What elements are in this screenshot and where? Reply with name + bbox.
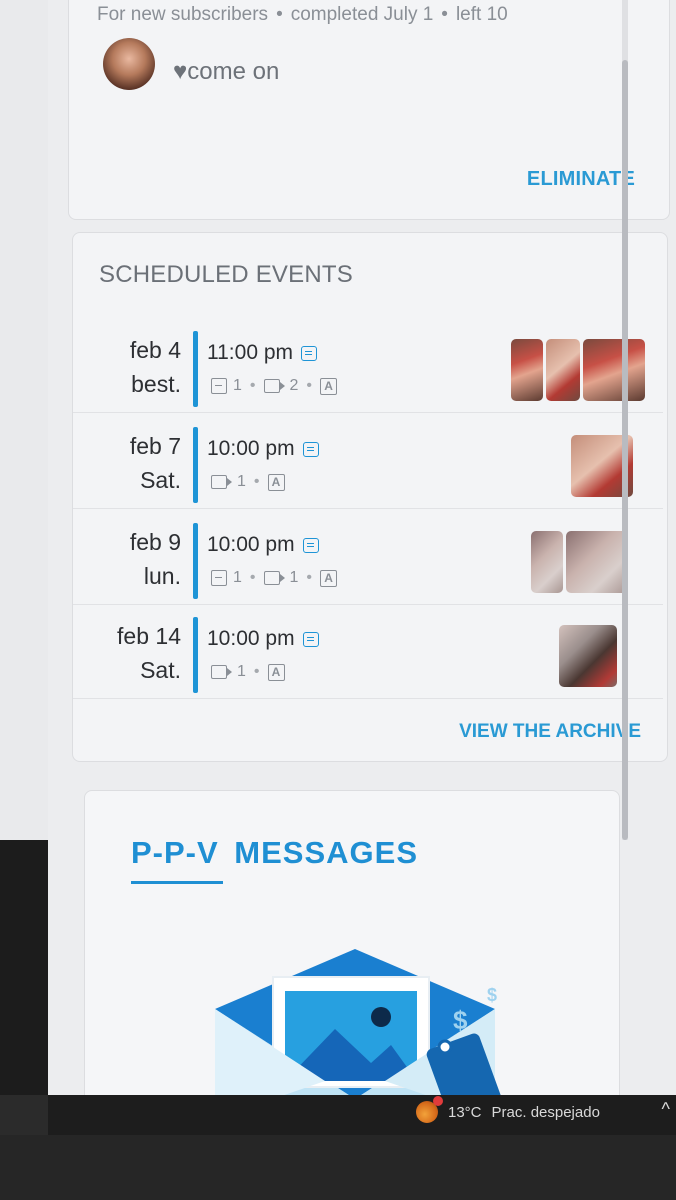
photo-icon	[211, 570, 227, 586]
event-row[interactable]: feb 9 lun. 10:00 pm 1 • 1 • A	[73, 517, 663, 605]
photo-count: 1	[233, 569, 242, 586]
note-icon[interactable]	[301, 345, 317, 361]
weather-widget[interactable]: 13°C Prac. despejado	[416, 1096, 600, 1123]
event-stats: 1 • 1 • A	[211, 569, 338, 587]
auto-icon: A	[320, 377, 338, 395]
event-time-label: 10:00 pm	[207, 437, 295, 460]
promotion-status: completed July 1	[290, 4, 434, 25]
event-thumbnails[interactable]	[531, 531, 628, 593]
video-count: 1	[289, 569, 299, 586]
event-day-label: lun.	[143, 563, 181, 589]
page: For new subscribers • completed July 1 • lef…	[48, 0, 676, 1095]
video-count: 1	[237, 473, 246, 490]
title-underline	[131, 881, 223, 884]
weather-icon	[416, 1096, 443, 1123]
separator-dot: •	[249, 377, 256, 394]
svg-text:$: $	[487, 985, 497, 1005]
event-stats: 1 • A	[211, 473, 285, 491]
scheduled-events-title: SCHEDULED EVENTS	[99, 261, 353, 288]
note-icon[interactable]	[302, 631, 319, 647]
monitor-bottom-bezel	[0, 1135, 676, 1200]
chevron-up-icon[interactable]: ^	[662, 1099, 670, 1120]
auto-icon: A	[320, 569, 338, 587]
media-thumbnail[interactable]	[531, 531, 563, 593]
avatar[interactable]	[103, 38, 155, 90]
event-accent-bar	[193, 617, 198, 693]
event-row[interactable]: feb 14 Sat. 10:00 pm 1 • A	[73, 611, 663, 699]
weather-temperature: 13°C	[448, 1103, 482, 1121]
photo-count: 1	[233, 377, 242, 394]
event-time-label: 10:00 pm	[207, 627, 295, 650]
event-date-label: feb 4	[129, 337, 181, 363]
note-icon[interactable]	[302, 441, 319, 457]
monitor-bezel	[0, 840, 48, 1095]
photo-icon	[211, 378, 227, 394]
video-icon	[211, 475, 232, 489]
event-time-label: 10:00 pm	[207, 533, 295, 556]
video-count: 1	[237, 663, 246, 680]
event-date: feb 4 best.	[130, 333, 181, 401]
event-thumbnails[interactable]	[559, 625, 617, 687]
taskbar: 13°C Prac. despejado ^	[48, 1095, 676, 1135]
event-time: 10:00 pm	[207, 437, 319, 461]
event-accent-bar	[193, 523, 198, 599]
event-time: 10:00 pm	[207, 627, 319, 651]
ppv-title: P-P-V MESSAGES	[131, 835, 418, 870]
eliminate-button[interactable]: ELIMINATE	[527, 168, 635, 191]
weather-condition: Prac. despejado	[491, 1103, 600, 1121]
event-row[interactable]: feb 7 Sat. 10:00 pm 1 • A	[73, 421, 663, 509]
event-accent-bar	[193, 427, 198, 503]
event-date: feb 14 Sat.	[117, 619, 181, 687]
video-count: 2	[289, 377, 299, 394]
note-icon[interactable]	[302, 537, 319, 553]
separator-dot: •	[441, 4, 448, 25]
media-thumbnail[interactable]	[546, 339, 580, 401]
envelope-illustration: $ $	[215, 949, 504, 1095]
event-row[interactable]: feb 4 best. 11:00 pm 1 • 2 • A	[73, 325, 663, 413]
promotion-message: ♥come on	[173, 58, 280, 85]
media-thumbnail[interactable]	[566, 531, 628, 593]
event-day-label: best.	[131, 371, 181, 397]
video-icon	[211, 665, 232, 679]
promotion-remaining: left 10	[455, 4, 508, 25]
event-date-label: feb 7	[129, 433, 181, 459]
event-date: feb 7 Sat.	[130, 429, 181, 497]
video-icon	[263, 379, 285, 393]
event-day-label: Sat.	[140, 657, 181, 683]
promotion-audience: For new subscribers	[97, 4, 269, 25]
separator-dot: •	[253, 663, 260, 680]
event-time: 10:00 pm	[207, 533, 319, 557]
promotion-card: For new subscribers • completed July 1 • lef…	[68, 0, 670, 220]
event-time-label: 11:00 pm	[207, 341, 293, 364]
media-thumbnail[interactable]	[559, 625, 617, 687]
event-stats: 1 • 2 • A	[211, 377, 338, 395]
separator-dot: •	[276, 4, 283, 25]
scrollbar-thumb[interactable]	[622, 60, 628, 840]
separator-dot: •	[306, 569, 313, 586]
event-date: feb 9 lun.	[130, 525, 181, 593]
event-date-label: feb 9	[129, 529, 181, 555]
event-accent-bar	[193, 331, 198, 407]
media-thumbnail[interactable]	[583, 339, 645, 401]
notification-badge	[433, 1096, 443, 1106]
auto-icon: A	[267, 473, 285, 491]
svg-text:$: $	[453, 1005, 468, 1035]
separator-dot: •	[306, 377, 313, 394]
event-date-label: feb 14	[117, 623, 181, 649]
event-day-label: Sat.	[140, 467, 181, 493]
video-icon	[263, 571, 285, 585]
separator-dot: •	[249, 569, 256, 586]
event-time: 11:00 pm	[207, 341, 317, 365]
separator-dot: •	[253, 473, 260, 490]
auto-icon: A	[267, 663, 285, 681]
ppv-messages-card: P-P-V MESSAGES $ $	[84, 790, 620, 1095]
promotion-meta: For new subscribers • completed July 1 • lef…	[97, 4, 508, 26]
scheduled-events-card: SCHEDULED EVENTS feb 4 best. 11:00 pm 1 …	[72, 232, 668, 762]
event-stats: 1 • A	[211, 663, 285, 681]
view-archive-link[interactable]: VIEW THE ARCHIVE	[459, 721, 641, 743]
screen: For new subscribers • completed July 1 • lef…	[0, 0, 676, 1095]
media-thumbnail[interactable]	[511, 339, 543, 401]
